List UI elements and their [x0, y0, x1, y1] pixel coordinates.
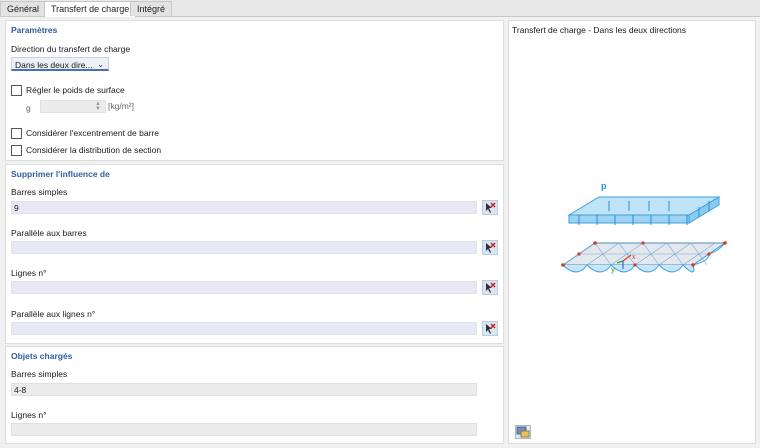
direction-dropdown[interactable]: Dans les deux dire... ⌄ [11, 57, 109, 71]
parallele-barres-label: Parallèle aux barres [11, 228, 87, 238]
supprimer-barres-simples-label: Barres simples [11, 187, 68, 197]
load-p-label: p [601, 181, 607, 191]
surface-weight-checkbox[interactable] [11, 85, 22, 96]
section-title-parametres: Paramètres [11, 25, 58, 35]
g-input[interactable]: ▲ ▼ [40, 100, 106, 113]
preview-title: Transfert de charge - Dans les deux dire… [512, 25, 687, 35]
parallele-lignes-label: Parallèle aux lignes n° [11, 309, 96, 319]
tab-transfert-de-charge[interactable]: Transfert de charge [44, 1, 137, 17]
tab-bar: Général Transfert de charge Intégré [0, 0, 760, 17]
g-label: g [26, 103, 31, 113]
objets-barres-simples-input[interactable]: 4-8 [11, 383, 477, 396]
objets-lignes-input[interactable] [11, 423, 477, 436]
eccentricity-checkbox[interactable] [11, 128, 22, 139]
preview-panel: Transfert de charge - Dans les deux dire… [508, 20, 756, 444]
display-settings-icon [516, 426, 530, 438]
supprimer-barres-simples-input[interactable]: 9 [11, 201, 477, 214]
direction-label: Direction du transfert de charge [11, 44, 131, 54]
section-distribution-label: Considérer la distribution de section [26, 145, 162, 155]
view-options-button[interactable] [515, 425, 531, 439]
supprimer-lignes-label: Lignes n° [11, 268, 47, 278]
objets-lignes-label: Lignes n° [11, 410, 47, 420]
tab-integre[interactable]: Intégré [130, 1, 173, 16]
parallele-barres-input[interactable] [11, 241, 477, 254]
pick-barres-button[interactable] [482, 200, 498, 215]
pick-lignes-button[interactable] [482, 280, 498, 295]
pick-parallele-barres-button[interactable] [482, 240, 498, 255]
section-distribution-checkbox[interactable] [11, 145, 22, 156]
eccentricity-label: Considérer l'excentrement de barre [26, 128, 159, 138]
unit-label: [kg/m²] [108, 101, 134, 111]
tab-general[interactable]: Général [0, 1, 47, 16]
section-title-objets: Objets chargés [11, 351, 73, 361]
pick-cursor-icon [486, 282, 496, 293]
parallele-lignes-input[interactable] [11, 322, 477, 335]
spin-down-icon: ▼ [95, 106, 101, 112]
parametres-panel: Paramètres Direction du transfert de cha… [5, 20, 504, 161]
pick-cursor-icon [486, 323, 496, 334]
objets-panel: Objets chargés Barres simples 4-8 Lignes… [5, 346, 504, 444]
pick-cursor-icon [486, 242, 496, 253]
axis-y-label: y [611, 265, 615, 274]
supprimer-lignes-input[interactable] [11, 281, 477, 294]
direction-dropdown-value: Dans les deux dire... [15, 60, 93, 70]
chevron-down-icon: ⌄ [97, 60, 104, 69]
axis-x-label: x [632, 254, 636, 261]
pick-parallele-lignes-button[interactable] [482, 321, 498, 336]
supprimer-panel: Supprimer l'influence de Barres simples … [5, 164, 504, 344]
pick-cursor-icon [486, 202, 496, 213]
load-transfer-diagram: p y x [561, 181, 727, 274]
section-title-supprimer: Supprimer l'influence de [11, 169, 110, 179]
objets-barres-simples-label: Barres simples [11, 369, 68, 379]
surface-weight-label: Régler le poids de surface [26, 85, 125, 95]
